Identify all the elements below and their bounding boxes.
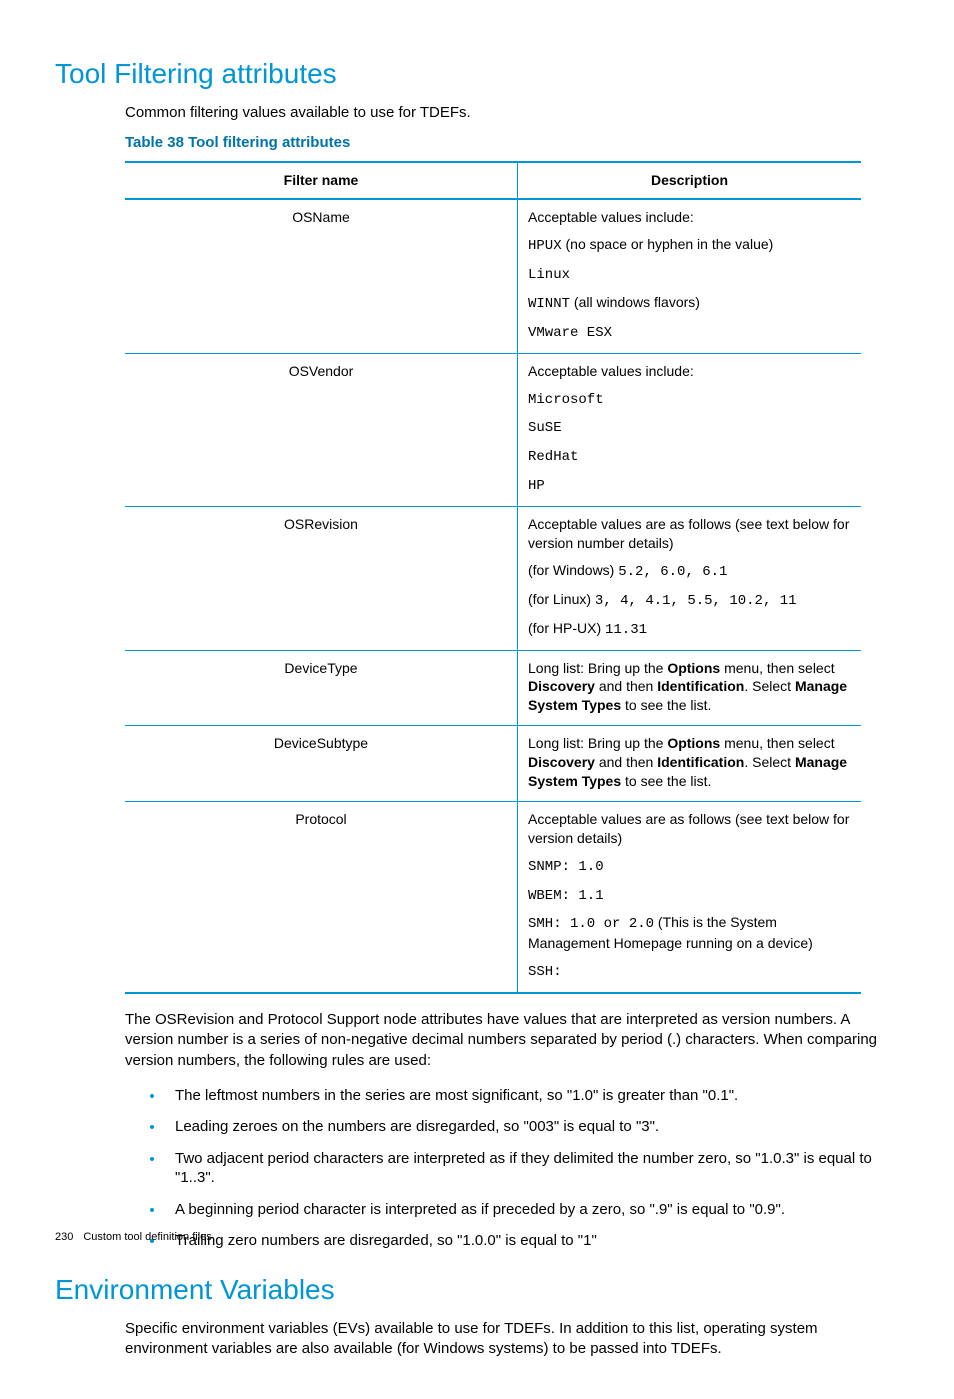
- desc-text: (for Linux): [528, 591, 595, 607]
- desc-text: and then: [595, 754, 657, 770]
- desc-text: (all windows flavors): [570, 294, 700, 310]
- table-caption: Table 38 Tool filtering attributes: [125, 133, 899, 153]
- table-row: DeviceType Long list: Bring up the Optio…: [125, 650, 861, 726]
- desc-text: to see the list.: [621, 697, 711, 713]
- desc-line: SuSE: [528, 417, 851, 438]
- section-intro: Specific environment variables (EVs) ava…: [125, 1319, 899, 1360]
- table-row: OSName Acceptable values include: HPUX (…: [125, 199, 861, 353]
- code-text: HPUX: [528, 238, 562, 254]
- section-heading-tool-filtering: Tool Filtering attributes: [55, 55, 899, 93]
- code-text: WBEM: 1.1: [528, 888, 604, 904]
- bold-text: Identification: [657, 678, 744, 694]
- rules-list: The leftmost numbers in the series are m…: [125, 1086, 899, 1251]
- th-filter-name: Filter name: [125, 162, 518, 199]
- code-text: WINNT: [528, 296, 570, 312]
- desc-line: Long list: Bring up the Options menu, th…: [528, 734, 851, 791]
- desc-line: SMH: 1.0 or 2.0 (This is the System Mana…: [528, 913, 851, 953]
- desc-line: HP: [528, 475, 851, 496]
- cell-description: Long list: Bring up the Options menu, th…: [518, 650, 862, 726]
- bold-text: Options: [667, 735, 720, 751]
- section-intro: Common filtering values available to use…: [125, 103, 899, 123]
- desc-line: HPUX (no space or hyphen in the value): [528, 235, 851, 256]
- list-item: A beginning period character is interpre…: [165, 1200, 899, 1220]
- desc-text: menu, then select: [720, 735, 834, 751]
- list-item: Trailing zero numbers are disregarded, s…: [165, 1231, 899, 1251]
- desc-text: Long list: Bring up the: [528, 735, 667, 751]
- cell-filter-name: DeviceSubtype: [125, 726, 518, 802]
- desc-text: (no space or hyphen in the value): [562, 236, 774, 252]
- code-text: SSH:: [528, 964, 562, 980]
- desc-text: (for Windows): [528, 562, 618, 578]
- table-header-row: Filter name Description: [125, 162, 861, 199]
- code-text: 5.2, 6.0, 6.1: [618, 564, 727, 580]
- desc-line: Acceptable values are as follows (see te…: [528, 810, 851, 848]
- table-row: DeviceSubtype Long list: Bring up the Op…: [125, 726, 861, 802]
- cell-filter-name: OSVendor: [125, 353, 518, 506]
- desc-line: Microsoft: [528, 389, 851, 410]
- desc-line: (for Linux) 3, 4, 4.1, 5.5, 10.2, 11: [528, 590, 851, 611]
- cell-filter-name: DeviceType: [125, 650, 518, 726]
- desc-line: VMware ESX: [528, 322, 851, 343]
- list-item: The leftmost numbers in the series are m…: [165, 1086, 899, 1106]
- desc-text: (for HP-UX): [528, 620, 605, 636]
- table-row: OSVendor Acceptable values include: Micr…: [125, 353, 861, 506]
- desc-line: Long list: Bring up the Options menu, th…: [528, 659, 851, 716]
- code-text: Microsoft: [528, 392, 604, 408]
- desc-line: WBEM: 1.1: [528, 885, 851, 906]
- code-text: SNMP: 1.0: [528, 859, 604, 875]
- code-text: VMware ESX: [528, 325, 612, 341]
- page-number: 230: [55, 1231, 73, 1243]
- cell-description: Acceptable values include: Microsoft SuS…: [518, 353, 862, 506]
- desc-line: (for HP-UX) 11.31: [528, 619, 851, 640]
- page-footer: 230 Custom tool definition files: [55, 1230, 212, 1245]
- desc-line: Linux: [528, 264, 851, 285]
- section-heading-env-vars: Environment Variables: [55, 1271, 899, 1309]
- code-text: RedHat: [528, 449, 578, 465]
- footer-title: Custom tool definition files: [83, 1231, 211, 1243]
- desc-text: . Select: [744, 754, 795, 770]
- code-text: HP: [528, 478, 545, 494]
- desc-line: SSH:: [528, 961, 851, 982]
- desc-line: Acceptable values are as follows (see te…: [528, 515, 851, 553]
- code-text: SuSE: [528, 420, 562, 436]
- cell-description: Acceptable values are as follows (see te…: [518, 507, 862, 650]
- tool-filtering-table: Filter name Description OSName Acceptabl…: [125, 161, 861, 994]
- bold-text: Identification: [657, 754, 744, 770]
- bold-text: Discovery: [528, 678, 595, 694]
- desc-line: Acceptable values include:: [528, 362, 851, 381]
- table-row: OSRevision Acceptable values are as foll…: [125, 507, 861, 650]
- desc-line: (for Windows) 5.2, 6.0, 6.1: [528, 561, 851, 582]
- list-item: Leading zeroes on the numbers are disreg…: [165, 1117, 899, 1137]
- cell-filter-name: OSName: [125, 199, 518, 353]
- desc-line: WINNT (all windows flavors): [528, 293, 851, 314]
- body-paragraph: The OSRevision and Protocol Support node…: [125, 1010, 899, 1071]
- cell-description: Long list: Bring up the Options menu, th…: [518, 726, 862, 802]
- desc-line: RedHat: [528, 446, 851, 467]
- th-description: Description: [518, 162, 862, 199]
- cell-description: Acceptable values are as follows (see te…: [518, 801, 862, 993]
- bold-text: Discovery: [528, 754, 595, 770]
- cell-filter-name: OSRevision: [125, 507, 518, 650]
- desc-text: and then: [595, 678, 657, 694]
- cell-description: Acceptable values include: HPUX (no spac…: [518, 199, 862, 353]
- list-item: Two adjacent period characters are inter…: [165, 1149, 899, 1188]
- desc-text: Long list: Bring up the: [528, 660, 667, 676]
- code-text: SMH: 1.0 or 2.0: [528, 916, 654, 932]
- bold-text: Options: [667, 660, 720, 676]
- table-row: Protocol Acceptable values are as follow…: [125, 801, 861, 993]
- code-text: 11.31: [605, 622, 647, 638]
- code-text: Linux: [528, 267, 570, 283]
- desc-line: Acceptable values include:: [528, 208, 851, 227]
- cell-filter-name: Protocol: [125, 801, 518, 993]
- code-text: 3, 4, 4.1, 5.5, 10.2, 11: [595, 593, 797, 609]
- desc-text: menu, then select: [720, 660, 834, 676]
- desc-text: to see the list.: [621, 773, 711, 789]
- desc-text: . Select: [744, 678, 795, 694]
- desc-line: SNMP: 1.0: [528, 856, 851, 877]
